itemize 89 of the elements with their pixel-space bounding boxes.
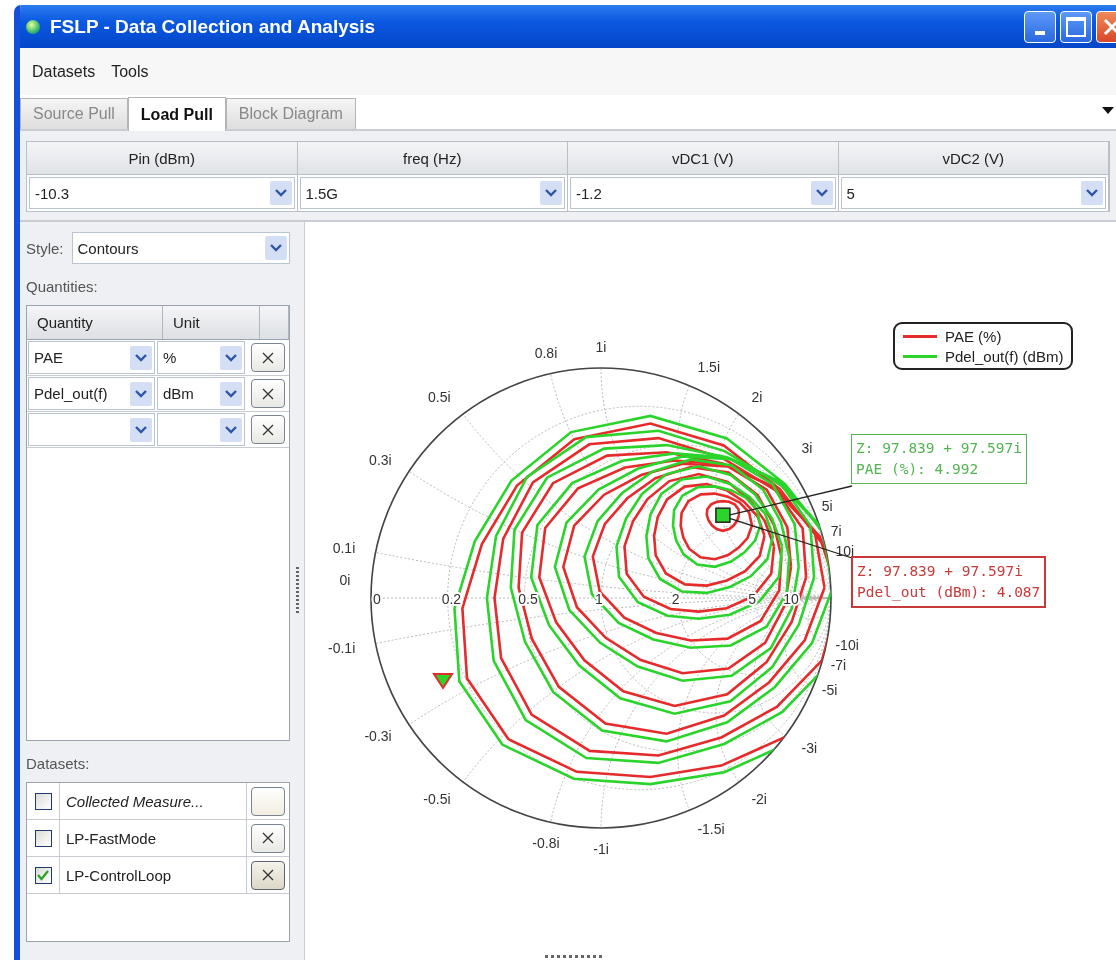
menu-item[interactable]: Datasets: [32, 62, 96, 81]
axis-label: -3i: [801, 740, 818, 757]
axis-label: 3i: [801, 439, 813, 456]
axis-label: 1i: [595, 339, 607, 356]
axis-label: -2i: [751, 790, 767, 807]
window-title: FSLP - Data Collection and Analysis: [50, 15, 377, 38]
checkbox[interactable]: [34, 792, 52, 810]
axis-label: -1.5i: [697, 821, 725, 838]
axis-label: 2: [671, 591, 680, 607]
column-header: Quantity: [27, 306, 163, 339]
tooltip-text: Z: 97.839 + 97.597i: [857, 562, 1024, 581]
axis-label: 5i: [821, 498, 833, 514]
chevron-down-icon[interactable]: [130, 345, 152, 370]
data-point-marker: [715, 507, 731, 523]
axis-label: 2i: [751, 389, 763, 406]
axis-label: -10i: [835, 637, 859, 654]
globe-icon: [26, 19, 40, 34]
column-header: Unit: [163, 306, 260, 339]
axis-label: -0.8i: [532, 834, 560, 851]
x-icon: [261, 351, 274, 364]
splitter-grip[interactable]: [545, 955, 605, 958]
remove-button[interactable]: [251, 823, 285, 853]
legend-label: PAE (%): [945, 327, 1002, 345]
axis-label: 0.8i: [534, 345, 558, 362]
dataset-name: LP-FastMode: [60, 820, 247, 856]
remove-button[interactable]: [250, 343, 285, 372]
section-label: Datasets:: [26, 755, 91, 772]
tab-overflow-icon[interactable]: [1102, 107, 1114, 114]
x-icon: [262, 869, 274, 881]
x-icon: [261, 387, 274, 400]
chevron-down-icon[interactable]: [220, 417, 242, 442]
chevron-down-icon[interactable]: [269, 181, 292, 205]
style-dropdown[interactable]: Contours: [71, 232, 290, 264]
tooltip-text: Z: 97.839 + 97.597i: [856, 439, 1022, 458]
axis-label: -0.5i: [423, 790, 451, 807]
dataset-button[interactable]: [251, 786, 285, 816]
chevron-down-icon[interactable]: [810, 181, 833, 205]
axis-label: 1.5i: [697, 358, 720, 375]
axis-label: 7i: [830, 523, 842, 539]
axis-label: -7i: [830, 657, 847, 673]
triangle-marker-icon: [432, 673, 454, 690]
column-header: vDC1 (V): [568, 142, 838, 175]
axis-label: 10i: [835, 542, 855, 559]
quantity-dropdown[interactable]: PAE: [28, 341, 155, 374]
column-header: freq (Hz): [297, 142, 567, 175]
minimize-button[interactable]: [1024, 10, 1056, 43]
parameter-dropdown[interactable]: -1.2: [570, 177, 836, 209]
axis-label: 0i: [339, 572, 351, 588]
remove-button[interactable]: [250, 415, 285, 444]
axis-label: 0: [373, 591, 381, 607]
chevron-down-icon[interactable]: [1081, 181, 1103, 205]
axis-label: -5i: [821, 682, 838, 698]
chevron-down-icon[interactable]: [540, 181, 562, 205]
axis-label: 0.5i: [428, 389, 451, 406]
unit-dropdown[interactable]: dBm: [157, 377, 245, 410]
chevron-down-icon[interactable]: [130, 381, 152, 406]
parameter-dropdown[interactable]: 5: [840, 177, 1106, 209]
splitter-grip[interactable]: [295, 567, 299, 615]
checkbox[interactable]: [34, 866, 52, 884]
tab[interactable]: Load Pull: [127, 97, 226, 131]
tooltip-text: Pdel_out (dBm): 4.087: [857, 583, 1041, 603]
unit-dropdown[interactable]: %: [157, 341, 245, 374]
axis-label: -0.3i: [364, 728, 392, 744]
dataset-name: Collected Measure...: [60, 783, 247, 819]
parameter-dropdown[interactable]: -10.3: [29, 177, 295, 209]
chevron-down-icon[interactable]: [130, 417, 152, 442]
tooltip-text: PAE (%): 4.992: [856, 460, 980, 479]
quantity-dropdown[interactable]: Pdel_out(f): [28, 377, 155, 410]
parameter-dropdown[interactable]: 1.5G: [299, 177, 565, 209]
style-label: Style:: [26, 239, 64, 257]
chevron-down-icon[interactable]: [220, 381, 242, 406]
maximize-button[interactable]: [1060, 10, 1092, 43]
x-icon: [262, 832, 274, 844]
chevron-down-icon[interactable]: [220, 345, 242, 370]
section-label: Quantities:: [26, 278, 99, 295]
menu-item[interactable]: Tools: [111, 62, 149, 81]
axis-label: -1i: [593, 840, 609, 857]
checkbox[interactable]: [34, 829, 52, 847]
axis-label: 0.1i: [332, 540, 356, 557]
remove-button[interactable]: [250, 379, 285, 408]
axis-label: -0.1i: [328, 639, 356, 656]
remove-button[interactable]: [251, 860, 285, 890]
dataset-name: LP-ControlLoop: [60, 857, 247, 893]
x-icon: [261, 423, 274, 436]
column-header: vDC2 (V): [838, 142, 1108, 175]
chevron-down-icon[interactable]: [265, 236, 287, 260]
axis-label: 0.3i: [369, 452, 392, 468]
column-header: Pin (dBm): [27, 142, 297, 175]
legend-label: Pdel_out(f) (dBm): [945, 347, 1064, 365]
